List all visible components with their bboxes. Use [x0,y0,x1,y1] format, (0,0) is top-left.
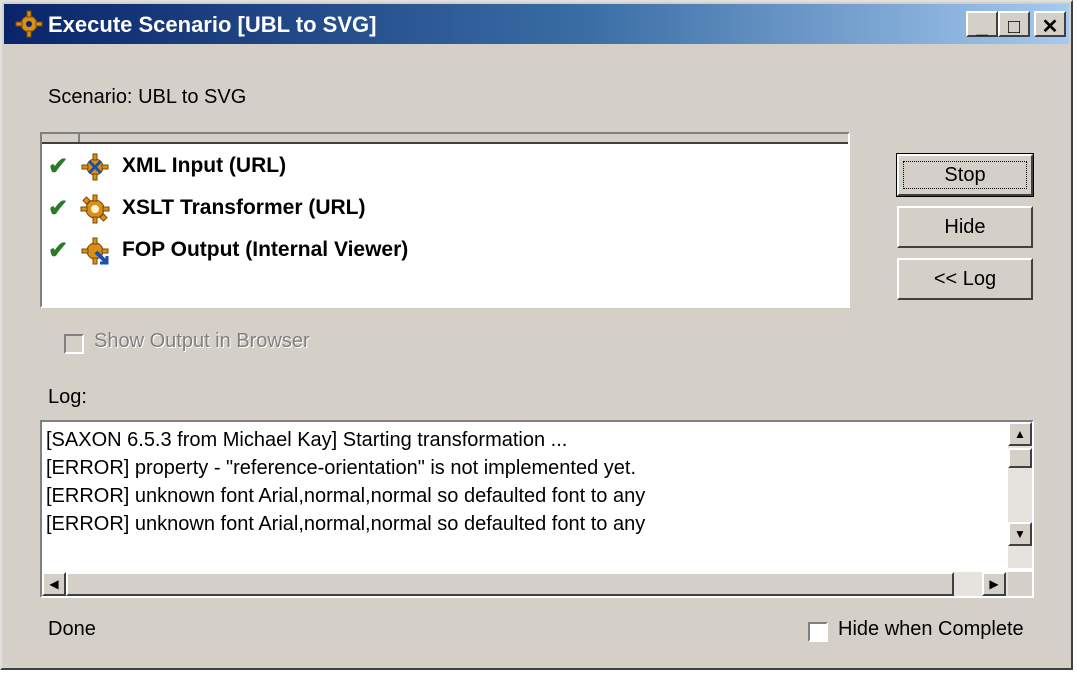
maximize-icon: □ [1007,16,1021,38]
vertical-scroll-thumb[interactable] [1008,448,1032,468]
log-toggle-button[interactable]: << Log [897,258,1033,300]
stop-button-label: Stop [903,161,1027,189]
close-button[interactable]: ✕ [1034,11,1066,37]
step-name: XSLT Transformer (URL) [122,196,366,219]
check-icon: ✔ [48,195,69,222]
log-text[interactable]: [SAXON 6.5.3 from Michael Kay] Starting … [46,426,1012,568]
hide-when-complete-label: Hide when Complete [838,618,1024,640]
show-output-label: Show Output in Browser [94,330,310,352]
scenario-name: UBL to SVG [138,86,247,108]
log-line: [ERROR] property - "reference-orientatio… [46,457,636,479]
minimize-icon: _ [976,16,988,38]
xslt-transformer-gear-icon [80,194,110,224]
steps-list[interactable]: ✔ XML Input (URL) ✔ XSLT Transformer (UR… [40,132,850,308]
scenario-label: Scenario: [48,86,133,108]
execute-scenario-dialog: Execute Scenario [UBL to SVG] _ □ ✕ Scen… [0,0,1073,670]
scenario-gear-icon [15,10,43,38]
show-output-checkbox[interactable] [64,334,84,354]
list-item[interactable]: ✔ FOP Output (Internal Viewer) [48,234,838,268]
stop-button[interactable]: Stop [896,153,1034,197]
log-line: [SAXON 6.5.3 from Michael Kay] Starting … [46,429,568,451]
xml-input-gear-icon [81,153,109,181]
log-line: [ERROR] unknown font Arial,normal,normal… [46,485,646,507]
step-name: FOP Output (Internal Viewer) [122,238,409,261]
fop-output-gear-icon [81,237,109,265]
scroll-right-icon[interactable]: ▶ [982,572,1006,596]
scroll-down-icon[interactable]: ▼ [1008,522,1032,546]
check-icon: ✔ [48,237,69,264]
maximize-button[interactable]: □ [998,11,1030,37]
steps-list-header [42,134,848,144]
log-toggle-label: << Log [933,268,997,290]
scroll-left-icon[interactable]: ◀ [42,572,66,596]
log-label: Log: [48,386,87,408]
step-name: XML Input (URL) [122,154,287,177]
list-item[interactable]: ✔ XML Input (URL) [48,150,838,184]
scenario-line: Scenario: UBL to SVG [48,86,246,109]
log-panel[interactable]: [SAXON 6.5.3 from Michael Kay] Starting … [40,420,1034,598]
hide-button[interactable]: Hide [897,206,1033,248]
log-line: [ERROR] unknown font Arial,normal,normal… [46,513,646,535]
list-item[interactable]: ✔ XSLT Transformer (URL) [48,192,838,226]
status-text: Done [48,618,96,640]
minimize-button[interactable]: _ [966,11,998,37]
hide-when-complete-checkbox[interactable] [808,622,828,642]
log-horizontal-scrollbar[interactable]: ◀ ▶ [42,572,1008,596]
title-bar[interactable]: Execute Scenario [UBL to SVG] _ □ ✕ [4,4,1069,44]
window-title: Execute Scenario [UBL to SVG] [48,12,377,37]
scroll-up-icon[interactable]: ▲ [1008,422,1032,446]
scrollbar-corner [1008,572,1032,596]
check-icon: ✔ [48,153,69,180]
horizontal-scroll-thumb[interactable] [66,572,954,596]
hide-button-label: Hide [944,216,986,238]
close-icon: ✕ [1041,16,1059,38]
log-vertical-scrollbar[interactable]: ▲ ▼ [1008,422,1032,568]
